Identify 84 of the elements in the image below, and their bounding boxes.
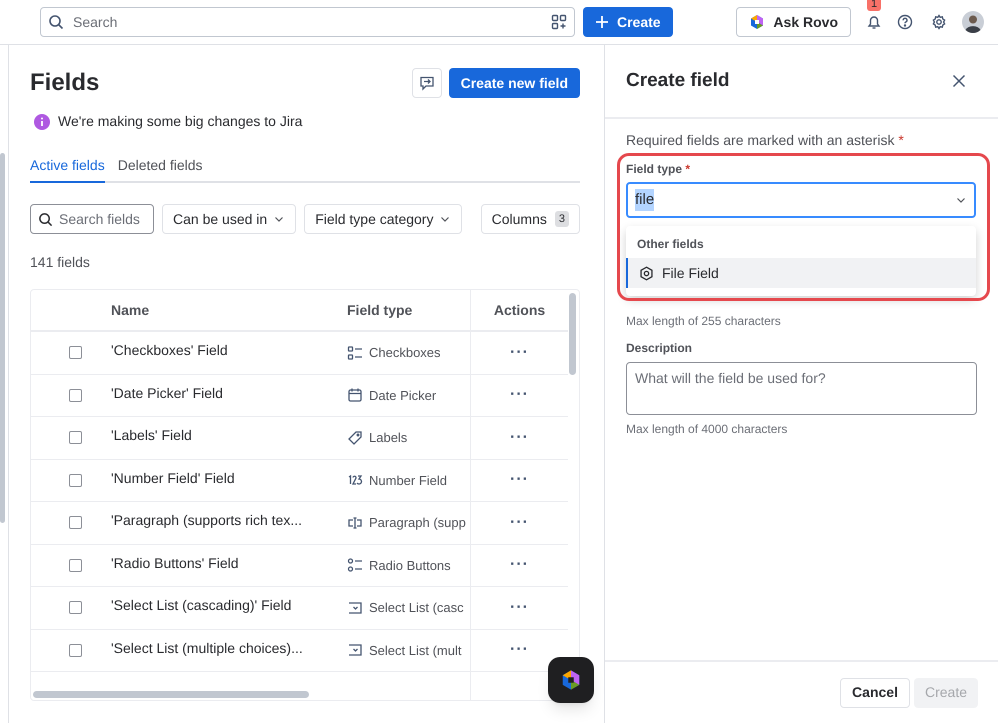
required-note: Required fields are marked with an asterisk * xyxy=(626,131,905,150)
description-label: Description xyxy=(626,340,694,357)
field-type-icon xyxy=(347,430,363,446)
field-name[interactable]: 'Select List (multiple choices)... xyxy=(111,640,303,656)
field-name[interactable]: 'Labels' Field xyxy=(111,427,192,444)
scrollbar[interactable] xyxy=(0,153,5,523)
field-type: Checkboxes xyxy=(369,344,441,362)
field-type: Select List (casc xyxy=(369,599,464,617)
field-name[interactable]: 'Number Field' Field xyxy=(111,470,235,486)
create-new-field-button[interactable]: Create new field xyxy=(448,68,580,98)
more-actions-button[interactable]: ··· xyxy=(510,472,529,488)
page-title: Fields xyxy=(30,68,100,98)
tab[interactable]: Active fields xyxy=(30,155,105,183)
search-icon xyxy=(48,14,64,30)
hexagon-icon xyxy=(639,266,654,280)
feedback-icon xyxy=(418,75,435,91)
field-type: Number Field xyxy=(369,472,448,490)
ask-rovo-button[interactable]: Ask Rovo xyxy=(736,7,851,37)
field-name[interactable]: 'Select List (cascading)' Field xyxy=(111,597,292,614)
column-header: Name xyxy=(111,302,150,318)
row-checkbox[interactable] xyxy=(68,431,82,444)
field-type-select[interactable]: file xyxy=(626,182,976,218)
panel-title: Create field xyxy=(626,68,730,93)
column-header: Field type xyxy=(347,300,412,320)
rovo-logo xyxy=(749,14,766,30)
field-type-icon xyxy=(347,387,363,404)
field-type: Select List (mult xyxy=(369,642,462,660)
more-actions-button[interactable]: ··· xyxy=(510,514,529,531)
avatar[interactable] xyxy=(962,11,984,33)
footer-button[interactable]: Cancel xyxy=(840,678,910,708)
row-checkbox[interactable] xyxy=(68,644,82,657)
scrollbar[interactable] xyxy=(33,691,309,698)
tab[interactable]: Deleted fields xyxy=(118,155,203,183)
row-checkbox[interactable] xyxy=(68,601,82,614)
more-actions-button[interactable]: ··· xyxy=(510,600,529,616)
bell-icon[interactable] xyxy=(866,14,882,30)
notice-text: We're making some big changes to Jira xyxy=(58,112,302,131)
more-actions-button[interactable]: ··· xyxy=(510,557,529,574)
field-name[interactable]: 'Paragraph (supports rich tex... xyxy=(111,512,302,528)
row-checkbox[interactable] xyxy=(68,346,82,360)
field-type: Labels xyxy=(369,429,408,447)
more-actions-button[interactable]: ··· xyxy=(510,387,529,404)
rovo-chat-button[interactable] xyxy=(548,657,594,703)
field-type-icon xyxy=(347,344,363,361)
scrollbar[interactable] xyxy=(569,293,576,375)
hint-text: Max length of 4000 characters xyxy=(626,421,788,438)
field-name[interactable]: 'Radio Buttons' Field xyxy=(111,554,239,571)
row-checkbox[interactable] xyxy=(68,388,82,402)
info-icon xyxy=(34,114,50,130)
columns-button[interactable]: Columns 3 xyxy=(480,204,580,234)
column-header: Actions xyxy=(494,300,546,320)
filter-dropdown[interactable]: Can be used in xyxy=(162,204,296,234)
feedback-button[interactable] xyxy=(412,68,442,98)
field-name[interactable]: 'Date Picker' Field xyxy=(111,384,223,401)
field-type-icon xyxy=(347,557,363,574)
search-field[interactable]: Search xyxy=(40,7,575,37)
create-button[interactable]: Create xyxy=(583,7,673,37)
field-type-icon xyxy=(347,600,363,616)
help-icon[interactable] xyxy=(897,14,913,30)
row-checkbox[interactable] xyxy=(68,474,82,487)
rovo-logo xyxy=(560,669,582,691)
filter-dropdown[interactable]: Field type category xyxy=(304,204,462,234)
hint-text: Max length of 255 characters xyxy=(626,313,782,330)
field-type: Paragraph (supp xyxy=(369,514,466,532)
row-checkbox[interactable] xyxy=(68,558,82,572)
group-heading: Other fields xyxy=(636,236,705,253)
field-name[interactable]: 'Checkboxes' Field xyxy=(111,342,228,358)
field-type-icon xyxy=(347,514,363,531)
more-actions-button[interactable]: ··· xyxy=(510,344,529,361)
search-fields-field[interactable]: Search fields xyxy=(30,204,154,234)
field-type-icon xyxy=(347,642,363,658)
plus-icon xyxy=(595,15,609,29)
dropdown-option[interactable]: File Field xyxy=(626,258,976,288)
search-icon xyxy=(38,212,53,227)
field-type-label: Field type * xyxy=(626,161,692,178)
settings-icon[interactable] xyxy=(931,14,947,30)
apps-icon[interactable] xyxy=(551,14,567,30)
row-checkbox[interactable] xyxy=(68,516,82,530)
description-field[interactable]: What will the field be used for? xyxy=(626,362,977,415)
field-type: Radio Buttons xyxy=(369,556,451,574)
more-actions-button[interactable]: ··· xyxy=(510,430,529,446)
field-type: Date Picker xyxy=(369,386,436,404)
more-actions-button[interactable]: ··· xyxy=(510,642,529,658)
field-count: 141 fields xyxy=(30,253,91,272)
